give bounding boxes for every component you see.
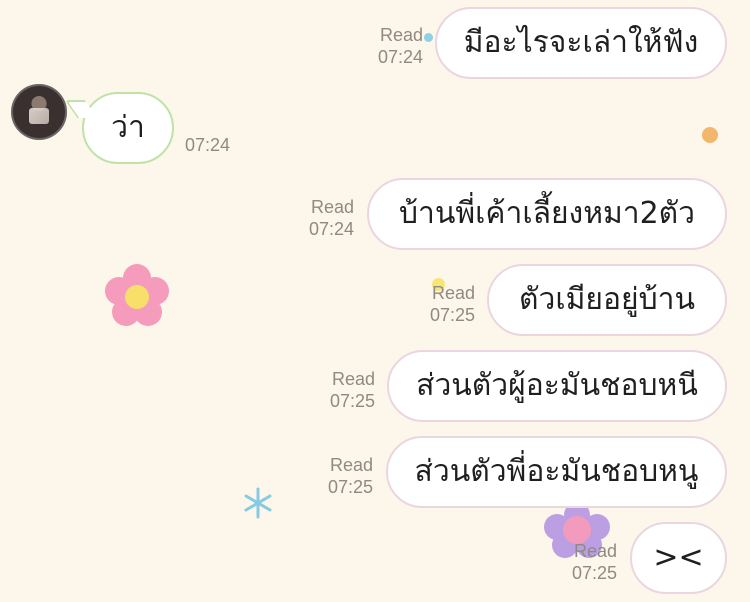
read-receipt: Read [379,25,423,45]
message-time: 07:25 [429,305,475,325]
read-receipt: Read [329,455,373,475]
outgoing-message-bubble[interactable]: บ้านพี่เค้าเลี้ยงหมา2ตัว [367,178,727,250]
read-receipt: Read [431,283,475,303]
message-text: ตัวเมียอยู่บ้าน [519,282,695,317]
decorative-dot [702,127,718,143]
message-text: ส่วนตัวผู้อะมันชอบหนี [416,368,698,403]
decorative-dot [424,33,433,42]
outgoing-message-bubble[interactable]: ส่วนตัวพี่อะมันชอบหนู [386,436,727,508]
read-receipt: Read [331,369,375,389]
outgoing-message-bubble[interactable]: ตัวเมียอยู่บ้าน [487,264,727,336]
avatar[interactable] [11,84,67,140]
message-meta: Read 07:24 [353,24,423,68]
read-receipt: Read [310,197,354,217]
message-text: มีอะไรจะเล่าให้ฟัง [463,25,699,60]
flower-sticker-icon [105,264,169,326]
avatar-image-detail [29,108,49,124]
message-meta: Read 07:25 [405,282,475,326]
outgoing-message-bubble[interactable]: มีอะไรจะเล่าให้ฟัง [435,7,727,79]
message-meta: Read 07:25 [305,368,375,412]
message-time: 07:25 [327,477,373,497]
message-meta: Read 07:24 [284,196,354,240]
message-meta: Read 07:25 [547,540,617,584]
message-time: 07:24 [308,219,354,239]
read-receipt: Read [573,541,617,561]
message-text: ส่วนตัวพี่อะมันชอบหนู [414,454,699,489]
message-meta: Read 07:25 [303,454,373,498]
message-time: 07:24 [377,47,423,67]
message-text: ว่า [111,110,145,145]
message-time: 07:25 [329,391,375,411]
message-time: 07:24 [185,135,231,155]
outgoing-message-bubble[interactable]: ส่วนตัวผู้อะมันชอบหนี [387,350,727,422]
message-text: บ้านพี่เค้าเลี้ยงหมา2ตัว [398,196,695,231]
chat-thread: Read 07:24 มีอะไรจะเล่าให้ฟัง ว่า 07:24 … [0,0,750,602]
message-text: >< [653,540,704,575]
outgoing-message-bubble[interactable]: >< [630,522,727,594]
sparkle-icon [244,487,272,519]
message-time: 07:25 [571,563,617,583]
incoming-message-bubble[interactable]: ว่า [82,92,174,164]
